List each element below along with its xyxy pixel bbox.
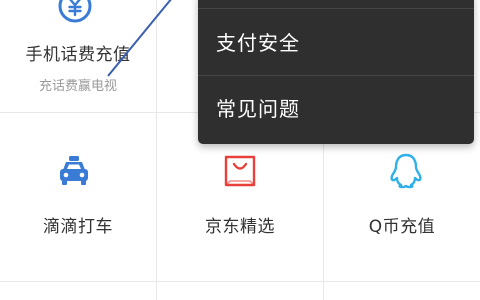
menu-divider <box>198 75 474 76</box>
screen: 手机话费充值 充话费赢电视 滴滴打车 京东精选 Q币充值 支付安全 常见问题 <box>0 0 480 300</box>
menu-item-label: 支付安全 <box>216 31 300 55</box>
menu-divider <box>198 8 474 9</box>
popup-menu: 支付安全 常见问题 <box>198 0 474 144</box>
menu-item-label: 常见问题 <box>216 97 300 121</box>
